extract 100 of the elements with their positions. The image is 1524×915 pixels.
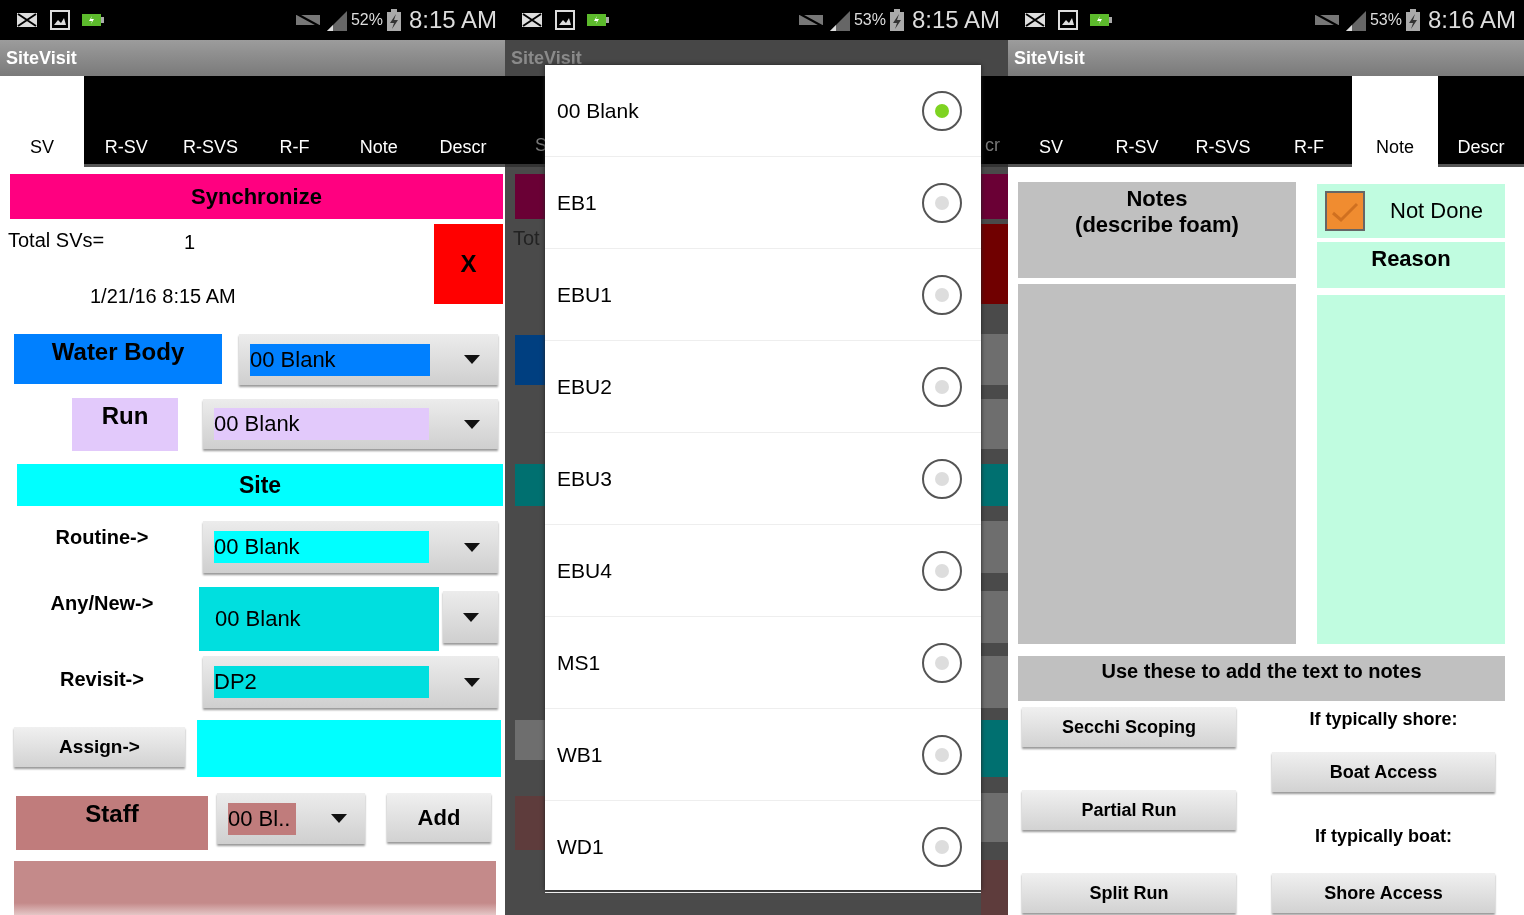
- battery-icon: [82, 14, 104, 26]
- not-done-checkbox[interactable]: Not Done: [1317, 184, 1505, 238]
- battery-percent: 53%: [853, 11, 886, 29]
- tab-label: cr: [985, 135, 1000, 156]
- staff-label: Staff: [16, 796, 208, 850]
- caret-icon: [331, 814, 347, 823]
- radio-button[interactable]: [921, 273, 963, 316]
- dropdown[interactable]: 00 Blank: [203, 521, 498, 573]
- dimmed-block: [515, 464, 545, 506]
- reason-header: Reason: [1317, 242, 1505, 288]
- dropdown[interactable]: 00 Blank: [203, 399, 498, 449]
- synchronize-button[interactable]: Synchronize: [10, 174, 503, 219]
- reason-field[interactable]: [1317, 295, 1505, 644]
- dropdown[interactable]: 00 Bl..: [217, 793, 365, 844]
- no-data-icon: [797, 13, 824, 27]
- option-item[interactable]: EBU4: [545, 525, 981, 617]
- dimmed-block: [981, 399, 1008, 449]
- checkbox[interactable]: [1325, 191, 1365, 231]
- dimmed-block: [981, 174, 1008, 219]
- battery-charging-icon: [1405, 9, 1420, 31]
- option-item[interactable]: EBU1: [545, 249, 981, 341]
- option-item[interactable]: MS1: [545, 617, 981, 709]
- dimmed-block: [981, 591, 1008, 643]
- tab[interactable]: Note: [1352, 76, 1438, 167]
- radio-button[interactable]: [921, 181, 963, 224]
- option-item[interactable]: EBU2: [545, 341, 981, 433]
- caret-icon: [464, 677, 480, 687]
- insert-button[interactable]: Partial Run: [1022, 790, 1236, 830]
- clock-time: 8:15 AM: [408, 6, 497, 34]
- routine-label: Routine->: [54, 526, 150, 549]
- radio-button[interactable]: [921, 549, 963, 592]
- dropdown[interactable]: DP2: [203, 656, 498, 708]
- image-icon: [1058, 10, 1078, 30]
- notes-header: Notes (describe foam): [1018, 182, 1296, 278]
- dropdown-value[interactable]: 00 Blank: [199, 587, 439, 651]
- radio-button[interactable]: [921, 365, 963, 408]
- radio-button[interactable]: [921, 89, 963, 132]
- radio-button[interactable]: [921, 733, 963, 776]
- dimmed-block: [515, 174, 545, 219]
- shore-access-button[interactable]: Shore Access: [1272, 873, 1495, 913]
- total-label: Total SVs=: [8, 229, 105, 252]
- notes-field[interactable]: [1018, 284, 1296, 644]
- image-icon: [50, 10, 70, 30]
- battery-charging-icon: [889, 9, 904, 31]
- revisit-label: Revisit->: [59, 668, 145, 691]
- battery-charging-icon: [386, 9, 401, 31]
- insert-header: Use these to add the text to notes: [1018, 656, 1505, 701]
- dropdown-button[interactable]: [443, 591, 498, 643]
- insert-button[interactable]: Split Run: [1022, 873, 1236, 913]
- app-title: SiteVisit: [1014, 47, 1085, 69]
- dimmed-block: [515, 335, 545, 385]
- dimmed-block: [981, 521, 1008, 573]
- site-header: Site: [17, 464, 503, 506]
- caret-icon: [464, 419, 480, 429]
- close-button[interactable]: X: [434, 224, 503, 304]
- boat-hint: If typically boat:: [1315, 826, 1452, 848]
- radio-button[interactable]: [921, 641, 963, 684]
- no-data-icon: [294, 13, 321, 27]
- radio-button[interactable]: [921, 825, 963, 868]
- caret-icon: [464, 542, 480, 552]
- total-value: 1: [184, 231, 196, 254]
- option-item[interactable]: WD1: [545, 801, 981, 893]
- battery-icon: [1090, 14, 1112, 26]
- any-new-label: Any/New->: [49, 592, 155, 615]
- battery-percent: 52%: [350, 11, 383, 29]
- water-body-label: Water Body: [14, 334, 222, 384]
- dropdown[interactable]: 00 Blank: [239, 334, 498, 385]
- dimmed-block: [515, 720, 545, 760]
- no-data-icon: [1313, 13, 1340, 27]
- battery-icon: [587, 14, 609, 26]
- radio-button[interactable]: [921, 457, 963, 500]
- dimmed-block: [515, 796, 545, 850]
- clock-time: 8:15 AM: [911, 6, 1000, 34]
- clock-time: 8:16 AM: [1427, 6, 1516, 34]
- insert-button[interactable]: Secchi Scoping: [1022, 707, 1236, 747]
- mail-icon: [16, 12, 38, 28]
- option-item[interactable]: WB1: [545, 709, 981, 801]
- run-label: Run: [72, 398, 178, 451]
- battery-percent: 53%: [1369, 11, 1402, 29]
- tab[interactable]: SV: [0, 76, 85, 167]
- app-title: SiteVisit: [6, 47, 77, 69]
- add-button[interactable]: Add: [387, 793, 491, 842]
- option-item[interactable]: EBU3: [545, 433, 981, 525]
- assign-field[interactable]: [197, 720, 501, 777]
- assign-button[interactable]: Assign->: [14, 727, 185, 767]
- dimmed-block: [981, 656, 1008, 708]
- boat-access-button[interactable]: Boat Access: [1272, 752, 1495, 792]
- dimmed-block: [981, 793, 1008, 842]
- mail-icon: [1024, 12, 1046, 28]
- staff-list-field[interactable]: [14, 861, 496, 915]
- dimmed-block: [981, 464, 1008, 506]
- date-time: 1/21/16 8:15 AM: [90, 285, 236, 308]
- image-icon: [555, 10, 575, 30]
- caret-icon: [464, 355, 480, 364]
- dimmed-block: [981, 860, 1008, 915]
- option-item[interactable]: EB1: [545, 157, 981, 249]
- mail-icon: [521, 12, 543, 28]
- dimmed-block: [981, 334, 1008, 385]
- option-item[interactable]: 00 Blank: [545, 65, 981, 157]
- caret-icon: [462, 612, 479, 622]
